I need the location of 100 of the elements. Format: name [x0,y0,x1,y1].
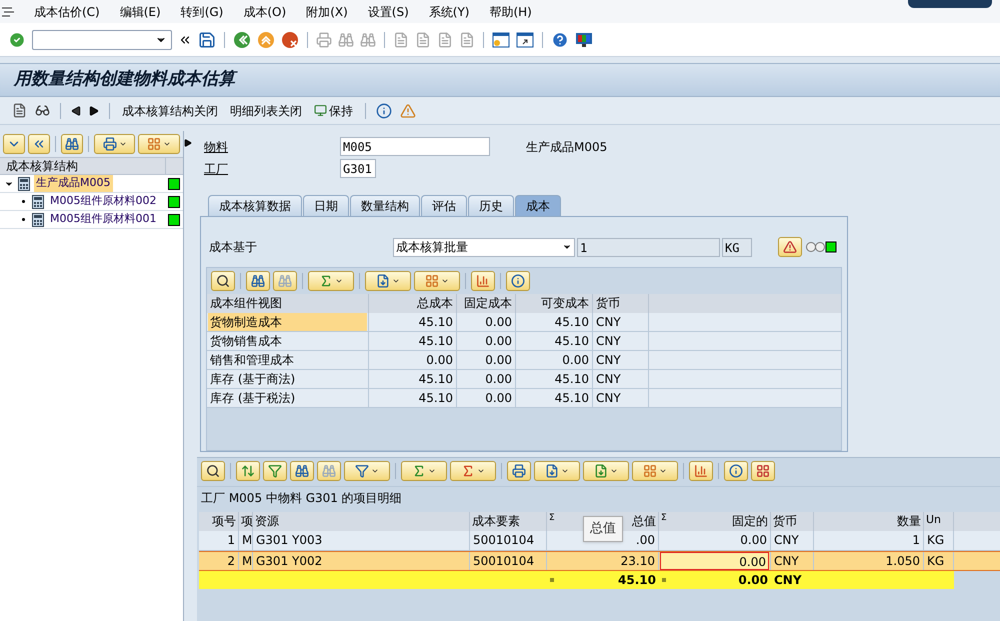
details-button[interactable] [201,461,225,481]
table-cell-text: 45.10 [554,314,590,331]
total-value: 45.10 [618,572,656,589]
tree-item[interactable]: M005组件原材料002 [48,193,158,210]
basis-dropdown[interactable]: 成本核算批量 [393,238,575,256]
table-cell-text: 库存 (基于税法) [209,390,296,407]
layout-button[interactable] [414,271,460,291]
chart-button[interactable] [471,271,495,291]
chart-button[interactable] [689,461,713,481]
menu-item[interactable]: 帮助(H) [489,2,532,20]
table-cell-text: 0.00 [484,333,513,350]
tab[interactable]: 日期 [303,195,349,216]
menu-item[interactable]: 设置(S) [368,2,409,20]
caret-icon [335,277,343,285]
table-cell-text: 50010104 [472,553,536,570]
table-cell-text: 0.00 [484,314,513,331]
print-button[interactable] [507,461,531,481]
save-icon[interactable] [198,30,216,48]
toolbar-button[interactable]: 成本核算结构关闭 [120,102,220,120]
table-cell-text: 0.00 [739,532,768,549]
sum-button[interactable] [401,461,447,481]
cancel-icon[interactable] [281,30,299,48]
table-cell-text: G301 Y003 [255,532,324,549]
filter-icon [355,464,369,478]
status-light-icon [168,178,180,190]
caret-icon [118,140,127,148]
table-cell-text: 0.00 [484,352,513,369]
tab[interactable]: 历史 [468,195,514,216]
monitor-icon[interactable] [575,32,593,48]
caret-icon [441,277,449,285]
hold-button[interactable]: 保持 [312,102,355,120]
sort-ascending-button[interactable] [236,461,260,481]
table-cell-text: 45.10 [554,371,590,388]
menu-item[interactable]: 成本(O) [243,2,286,20]
table-cell-text: 23.10 [620,553,656,570]
table-cell-text: KG [926,553,946,570]
expand-panel-icon[interactable] [184,139,192,147]
table-cell-text: CNY [595,390,622,407]
caret-icon [561,467,569,475]
find-button[interactable] [246,271,270,291]
table-cell-text: KG [926,532,946,549]
menu-item[interactable]: 成本估价(C) [34,2,100,20]
tree-header: 成本核算结构 [5,158,79,175]
monitor-icon [314,104,327,117]
document-icon[interactable] [12,103,27,118]
menu-item[interactable]: 编辑(E) [120,2,161,20]
caret-icon [392,277,400,285]
print-icon [512,464,526,478]
info-button[interactable] [506,271,530,291]
tree-item[interactable]: 生产成品M005 [34,175,112,192]
menu-item[interactable]: 转到(G) [180,2,224,20]
tab[interactable]: 成本核算数据 [208,195,302,216]
menu-icon[interactable] [2,6,14,16]
sum-icon [319,274,333,288]
subtotal-button[interactable] [450,461,496,481]
find-next-button[interactable] [317,461,341,481]
tab[interactable]: 成本 [515,195,561,216]
caret-icon [610,467,618,475]
input-field[interactable]: G301 [340,159,376,178]
field-label: 工厂 [204,160,229,178]
help-icon[interactable] [551,30,569,48]
find-next-button[interactable] [273,271,297,291]
table-cell-text: CNY [595,314,622,331]
print-button[interactable] [94,134,136,154]
total-marker-icon [662,578,666,582]
menu-item[interactable]: 附加(X) [306,2,348,20]
new-session-icon[interactable] [492,32,510,48]
export-button[interactable] [583,461,629,481]
table-cell-text: 1.050 [884,553,921,570]
tree-item[interactable]: M005组件原材料001 [48,211,158,228]
bullet-icon [22,218,25,221]
layout-button[interactable] [632,461,678,481]
expand-all-button[interactable] [3,134,26,154]
details-button[interactable] [211,271,235,291]
sum-button[interactable] [308,271,354,291]
next-icon[interactable] [89,106,99,116]
input-field[interactable]: M005 [340,137,490,156]
tab[interactable]: 数量结构 [350,195,420,216]
info-button[interactable] [724,461,748,481]
info-icon[interactable] [376,102,392,118]
table-cell-text: G301 Y002 [255,553,324,570]
shortcut-icon[interactable] [516,32,534,48]
menu-item[interactable]: 系统(Y) [428,2,470,20]
table-cell-text: CNY [773,532,800,549]
status-light-icon [168,196,180,208]
caret-icon [659,467,667,475]
toolbar-button[interactable]: 明细列表关闭 [228,102,304,120]
filter-button[interactable] [344,461,390,481]
confirm-icon[interactable] [8,30,26,48]
list-title: 工厂 M005 中物料 G301 的项目明细 [201,490,402,506]
find-button[interactable] [60,134,83,154]
print-preview-button[interactable] [365,271,411,291]
previous-icon[interactable] [71,106,81,116]
command-field[interactable] [32,30,172,50]
back-icon[interactable] [233,30,251,48]
table-cell-text: 1 [226,532,236,549]
tab[interactable]: 评估 [421,195,467,216]
find-button[interactable] [290,461,314,481]
field-label: 成本基于 [209,239,258,256]
print-preview-button[interactable] [534,461,580,481]
